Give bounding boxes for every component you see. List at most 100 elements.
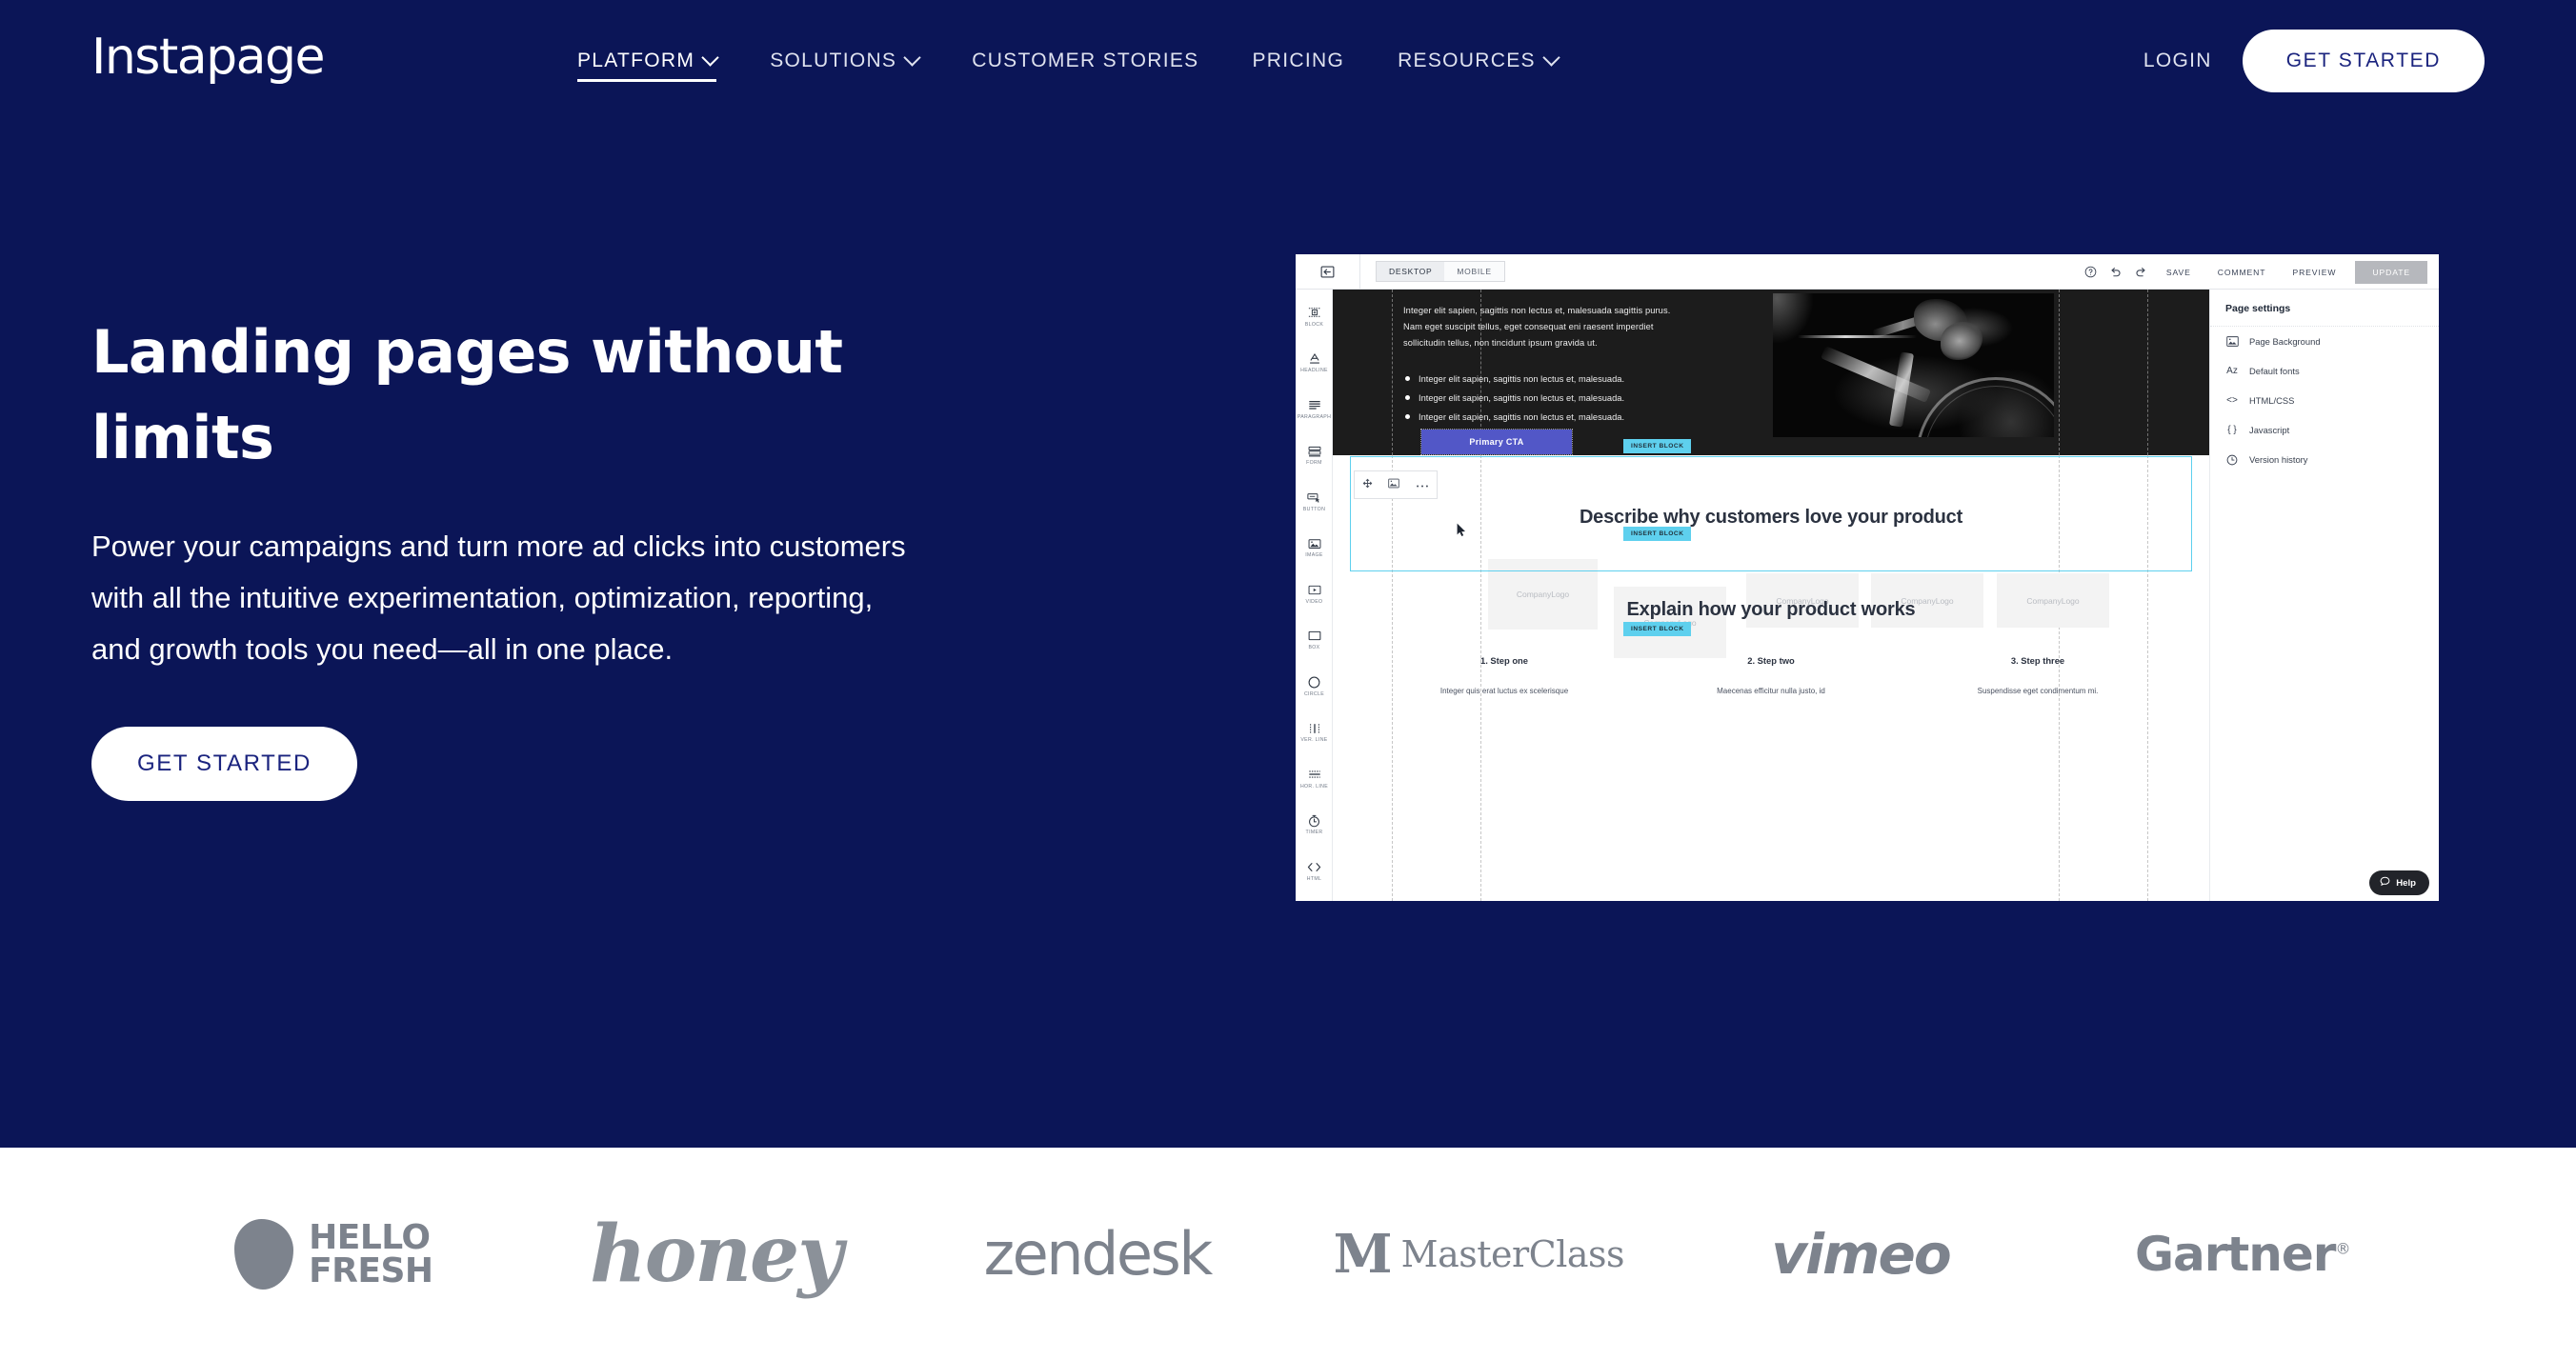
panel-item-label: HTML/CSS — [2249, 395, 2295, 406]
panel-item-version-history[interactable]: Version history — [2210, 445, 2439, 474]
main-navigation: Instapage PLATFORM SOLUTIONS CUSTOMER ST… — [0, 0, 2576, 122]
tool-block[interactable]: BLOCK — [1296, 293, 1333, 340]
move-handle-icon[interactable] — [1362, 476, 1373, 493]
hero-copy: Landing pages without limits Power your … — [91, 310, 930, 801]
horizontal-line-icon — [1308, 768, 1321, 782]
panel-item-javascript[interactable]: { } Javascript — [2210, 415, 2439, 445]
canvas-primary-cta[interactable]: Primary CTA — [1420, 429, 1573, 455]
save-button[interactable]: SAVE — [2153, 268, 2204, 277]
nav-links: PLATFORM SOLUTIONS CUSTOMER STORIES PRIC… — [551, 0, 1584, 122]
editor-canvas[interactable]: Integer elit sapien, sagittis non lectus… — [1333, 290, 2209, 901]
tool-label: VER. LINE — [1300, 737, 1328, 744]
picture-icon — [2225, 335, 2239, 349]
help-circle-icon[interactable] — [2079, 260, 2103, 285]
device-tabs[interactable]: DESKTOP MOBILE — [1376, 261, 1505, 282]
canvas-bullet: Integer elit sapien, sagittis non lectus… — [1403, 408, 1765, 427]
mouse-cursor-icon — [1457, 523, 1467, 542]
tool-label: HTML — [1306, 875, 1322, 882]
tab-mobile[interactable]: MOBILE — [1444, 262, 1504, 281]
nav-item-label: SOLUTIONS — [770, 50, 897, 71]
get-started-hero-button[interactable]: GET STARTED — [91, 727, 357, 801]
video-icon — [1308, 583, 1321, 597]
circle-icon — [1308, 675, 1320, 690]
logo-text: vimeo — [1771, 1221, 1951, 1287]
tool-label: FORM — [1306, 460, 1322, 467]
selected-block-outline — [1350, 456, 2192, 571]
nav-item-customer-stories[interactable]: CUSTOMER STORIES — [945, 0, 1225, 122]
panel-item-label: Page Background — [2249, 336, 2321, 347]
form-icon — [1308, 444, 1321, 458]
tool-timer[interactable]: TIMER — [1296, 802, 1333, 849]
canvas-dark-block: Integer elit sapien, sagittis non lectus… — [1333, 290, 2209, 455]
panel-item-default-fonts[interactable]: Az Default fonts — [2210, 356, 2439, 386]
insert-block-badge[interactable]: INSERT BLOCK — [1623, 439, 1692, 453]
logo-text-line1: HELLO — [309, 1217, 431, 1257]
help-label: Help — [2396, 877, 2416, 889]
block-context-toolbar[interactable] — [1354, 470, 1438, 499]
tool-button[interactable]: BUTTON — [1296, 478, 1333, 525]
more-options-icon[interactable] — [1416, 476, 1429, 493]
get-started-nav-button[interactable]: GET STARTED — [2242, 30, 2485, 92]
tool-html[interactable]: HTML — [1296, 848, 1333, 894]
logo-text: honey — [590, 1208, 843, 1300]
canvas-heading-2: Explain how your product works — [1626, 599, 1916, 620]
back-arrow-icon[interactable] — [1296, 254, 1360, 290]
image-icon[interactable] — [1388, 476, 1400, 493]
tool-horizontal-line[interactable]: HOR. LINE — [1296, 755, 1333, 802]
guide-line — [2059, 290, 2060, 455]
tool-label: PARAGRAPH — [1297, 413, 1332, 420]
tool-label: BOX — [1308, 645, 1320, 651]
guide-line — [1392, 290, 1393, 455]
code-icon: <> — [2226, 395, 2238, 406]
tool-headline[interactable]: HEADLINE — [1296, 340, 1333, 387]
canvas-step-title: 2. Step two — [1747, 655, 1795, 666]
insert-block-badge[interactable]: INSERT BLOCK — [1623, 622, 1692, 636]
html-icon — [1307, 860, 1321, 874]
help-chat-button[interactable]: Help — [2369, 870, 2429, 895]
hero-section: Instapage PLATFORM SOLUTIONS CUSTOMER ST… — [0, 0, 2576, 1148]
tool-video[interactable]: VIDEO — [1296, 570, 1333, 617]
tool-circle[interactable]: CIRCLE — [1296, 663, 1333, 710]
tab-desktop[interactable]: DESKTOP — [1377, 262, 1445, 281]
vertical-line-icon — [1308, 721, 1321, 735]
logo-gartner: Gartner® — [2051, 1227, 2433, 1282]
canvas-step-title: 3. Step three — [2010, 655, 2065, 666]
logo-masterclass: M MasterClass — [1288, 1222, 1670, 1286]
insert-block-badge[interactable]: INSERT BLOCK — [1623, 527, 1692, 541]
panel-item-label: Javascript — [2249, 425, 2290, 435]
image-icon — [1308, 536, 1321, 550]
canvas-step-body: Integer quis erat luctus ex scelerisque — [1439, 687, 1569, 695]
tool-image[interactable]: IMAGE — [1296, 525, 1333, 571]
panel-item-page-background[interactable]: Page Background — [2210, 327, 2439, 356]
nav-item-pricing[interactable]: PRICING — [1225, 0, 1371, 122]
canvas-paragraph-line: sollicitudin tellus, non tincidunt ipsum… — [1403, 338, 1598, 348]
undo-icon[interactable] — [2103, 260, 2128, 285]
tool-label: BUTTON — [1302, 506, 1326, 512]
preview-button[interactable]: PREVIEW — [2279, 268, 2349, 277]
canvas-paragraph-line: Integer elit sapien, sagittis non lectus… — [1403, 306, 1671, 315]
nav-item-label: CUSTOMER STORIES — [972, 50, 1199, 71]
tool-vertical-line[interactable]: VER. LINE — [1296, 710, 1333, 756]
comment-button[interactable]: COMMENT — [2204, 268, 2280, 277]
customer-logos-strip: HELLO FRESH honey zendesk M MasterClass … — [0, 1148, 2576, 1360]
logo-text: MasterClass — [1400, 1232, 1625, 1275]
canvas-bullet: Integer elit sapien, sagittis non lectus… — [1403, 370, 1765, 389]
panel-item-label: Default fonts — [2249, 366, 2300, 376]
box-icon — [1308, 629, 1321, 643]
nav-item-platform[interactable]: PLATFORM — [551, 0, 743, 122]
tool-label: BLOCK — [1304, 321, 1324, 328]
login-link[interactable]: LOGIN — [2143, 50, 2212, 72]
redo-icon[interactable] — [2128, 260, 2153, 285]
canvas-bullet: Integer elit sapien, sagittis non lectus… — [1403, 389, 1765, 408]
update-button[interactable]: UPDATE — [2355, 260, 2427, 284]
panel-item-html-css[interactable]: <> HTML/CSS — [2210, 386, 2439, 415]
tool-box[interactable]: BOX — [1296, 617, 1333, 664]
brand-logo[interactable]: Instapage — [91, 29, 326, 86]
editor-topbar: DESKTOP MOBILE SAVE COMMENT PREVIEW UPDA… — [1296, 254, 2439, 290]
nav-item-resources[interactable]: RESOURCES — [1371, 0, 1584, 122]
logo-text: Gartner — [2134, 1226, 2337, 1282]
tool-paragraph[interactable]: PARAGRAPH — [1296, 386, 1333, 432]
tool-form[interactable]: FORM — [1296, 432, 1333, 479]
nav-item-solutions[interactable]: SOLUTIONS — [743, 0, 945, 122]
masterclass-mark-icon: M — [1333, 1222, 1393, 1286]
